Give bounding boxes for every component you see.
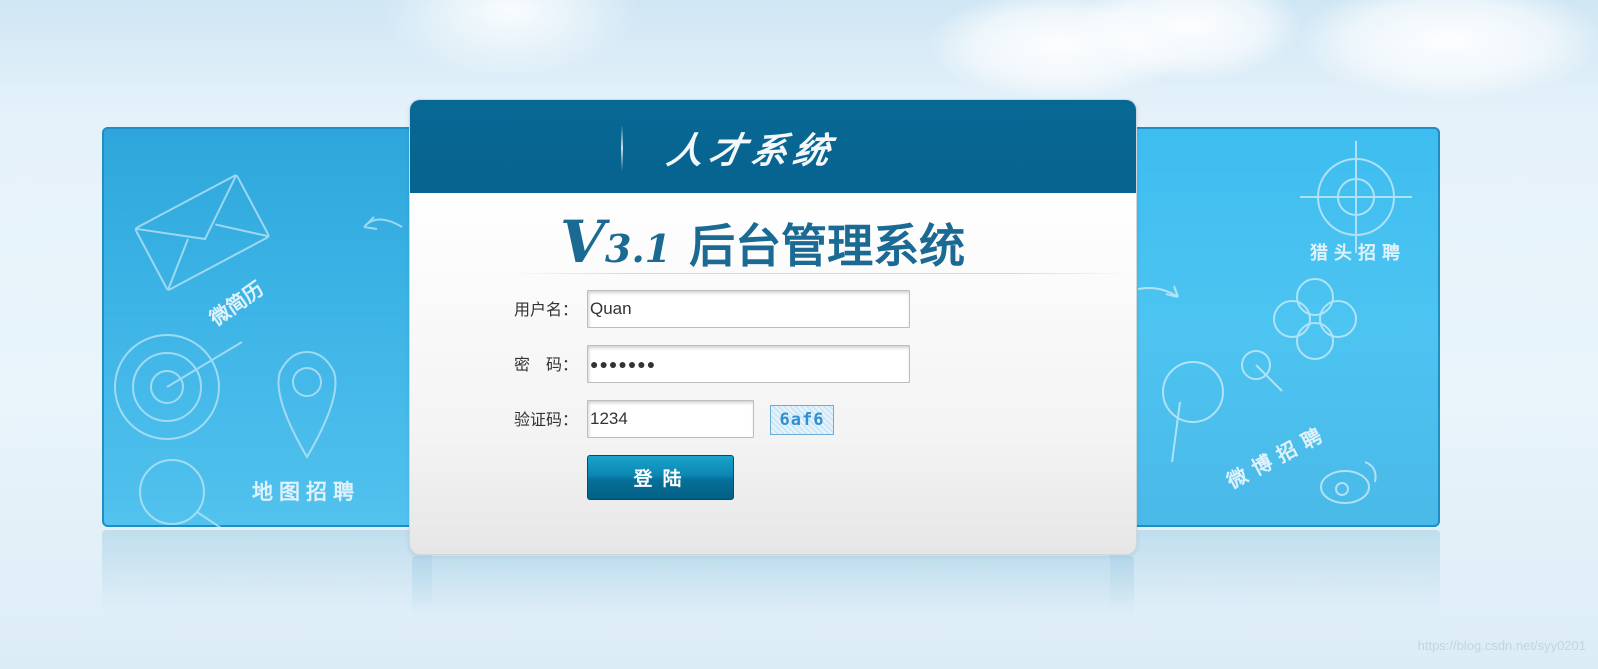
password-input[interactable] (587, 345, 910, 383)
captcha-image[interactable]: 6af6 (770, 405, 834, 435)
system-title: 人才系统 (663, 130, 840, 172)
map-pin-icon (277, 350, 337, 459)
left-panel-reflection (102, 530, 432, 610)
login-button[interactable]: 登陆 (587, 455, 734, 500)
bubble-pin-icon (1162, 350, 1283, 463)
left-label-resume: 微简历 (204, 277, 268, 332)
envelope-icon (134, 174, 270, 291)
password-row: 密 码： (410, 345, 1136, 385)
right-panel-art: 猎头招聘 微博招聘 (1137, 141, 1412, 504)
watermark: https://blog.csdn.net/syy0201 (1417, 638, 1586, 653)
right-feature-panel: 猎头招聘 微博招聘 (1110, 127, 1440, 527)
card-reflection (412, 556, 1134, 616)
username-label: 用户名： (513, 300, 578, 319)
right-label-weibo-recruit: 微博招聘 (1222, 420, 1333, 494)
version-number: 3.1 (605, 226, 672, 271)
curved-arrow-icon (1137, 285, 1179, 298)
right-label-headhunt: 猎头招聘 (1310, 242, 1406, 264)
sky-glow (380, 0, 640, 80)
username-row: 用户名： (410, 290, 1136, 330)
curved-arrow-icon (363, 216, 403, 230)
target-icon (114, 334, 243, 440)
username-input[interactable] (587, 290, 910, 328)
clover-icon (1273, 278, 1357, 360)
left-feature-panel: 微简历 地图招聘 (102, 127, 432, 527)
weibo-icon (1320, 461, 1377, 504)
card-header: 人才系统 (410, 100, 1136, 193)
captcha-label: 验证码： (513, 410, 578, 429)
right-panel-reflection (1110, 530, 1440, 610)
magnifier-icon (139, 459, 222, 527)
captcha-row: 验证码： 6af6 (410, 400, 1136, 440)
left-panel-art: 微简历 地图招聘 (114, 174, 403, 527)
crosshair-icon (1300, 141, 1412, 253)
version-title: V3.1 后台管理系统 (560, 208, 965, 276)
title-divider (510, 273, 1130, 274)
password-label: 密 码： (513, 355, 578, 374)
cloud (1300, 0, 1598, 100)
header-divider (621, 125, 623, 171)
admin-system-title: 后台管理系统 (689, 219, 966, 273)
version-letter: V (560, 208, 606, 276)
left-label-map-recruit: 地图招聘 (252, 479, 360, 504)
captcha-input[interactable] (587, 400, 754, 438)
login-card: 人才系统 V3.1 后台管理系统 用户名： 密 码： 验证码： 6af6 登陆 (410, 100, 1136, 554)
